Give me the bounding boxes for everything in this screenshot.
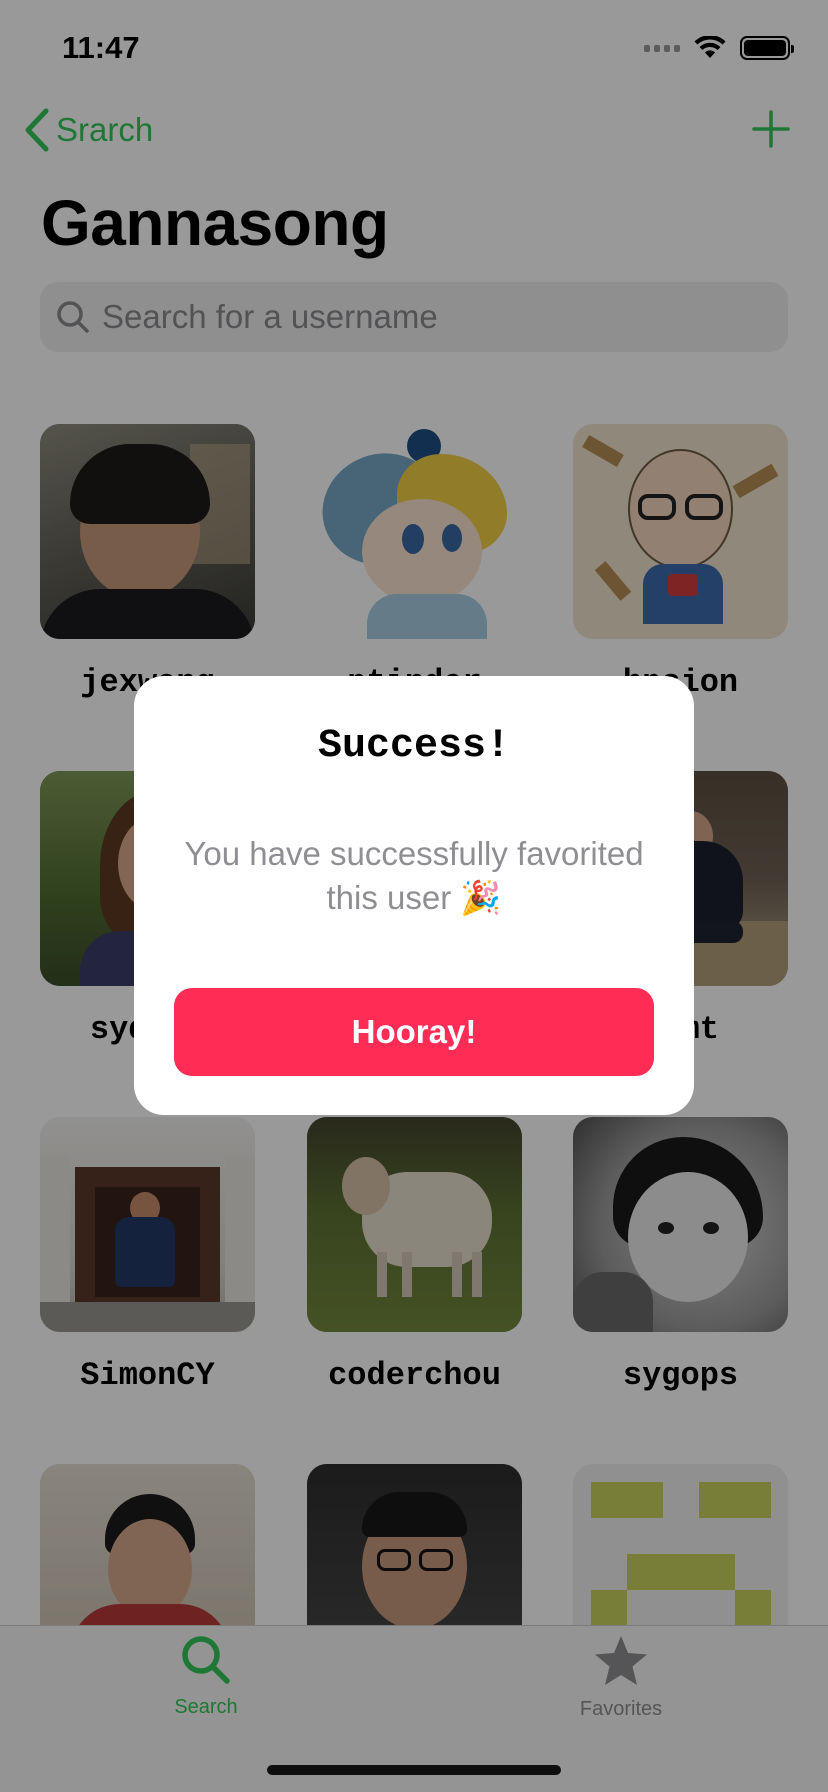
success-alert: Success! You have successfully favorited… <box>134 676 694 1115</box>
alert-title: Success! <box>317 724 511 769</box>
hooray-button[interactable]: Hooray! <box>174 988 654 1076</box>
alert-message: You have successfully favorited this use… <box>184 835 644 916</box>
